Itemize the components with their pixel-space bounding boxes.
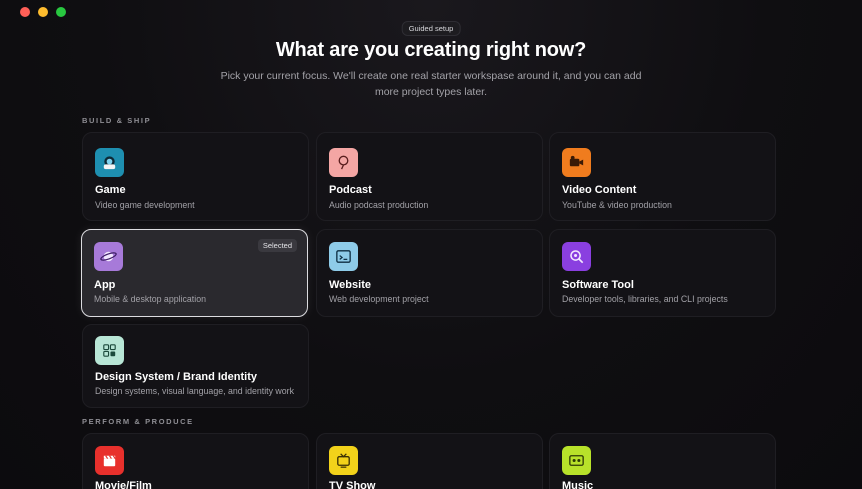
zoom-window-button[interactable] bbox=[56, 7, 66, 17]
cassette-icon bbox=[562, 446, 591, 475]
card-title: Podcast bbox=[329, 184, 372, 196]
card-music[interactable]: Music bbox=[549, 433, 776, 489]
card-movie-film[interactable]: Movie/Film bbox=[82, 433, 309, 489]
card-description: YouTube & video production bbox=[562, 200, 672, 210]
microphone-icon bbox=[329, 148, 358, 177]
card-title: Website bbox=[329, 279, 371, 291]
card-description: Audio podcast production bbox=[329, 200, 429, 210]
card-description: Video game development bbox=[95, 200, 195, 210]
card-description: Design systems, visual language, and ide… bbox=[95, 386, 295, 396]
terminal-window-icon bbox=[329, 242, 358, 271]
minimize-window-button[interactable] bbox=[38, 7, 48, 17]
window-controls bbox=[20, 7, 66, 17]
card-description: Developer tools, libraries, and CLI proj… bbox=[562, 294, 728, 304]
card-game[interactable]: Game Video game development bbox=[82, 132, 309, 221]
section-label-build-ship: BUILD & SHIP bbox=[82, 116, 152, 125]
card-software-tool[interactable]: Software Tool Developer tools, libraries… bbox=[549, 229, 776, 317]
page-subtitle: Pick your current focus. We'll create on… bbox=[220, 70, 642, 98]
card-description: Web development project bbox=[329, 294, 429, 304]
magnifier-code-icon bbox=[562, 242, 591, 271]
card-design-system[interactable]: Design System / Brand Identity Design sy… bbox=[82, 324, 309, 408]
section-label-perform-produce: PERFORM & PRODUCE bbox=[82, 417, 194, 426]
setup-window: Guided setup What are you creating right… bbox=[0, 0, 862, 489]
tv-icon bbox=[329, 446, 358, 475]
card-title: TV Show bbox=[329, 480, 376, 489]
close-window-button[interactable] bbox=[20, 7, 30, 17]
card-title: Video Content bbox=[562, 184, 637, 196]
card-title: Music bbox=[562, 480, 594, 489]
guided-setup-badge: Guided setup bbox=[401, 21, 461, 36]
page-title: What are you creating right now? bbox=[275, 39, 587, 61]
card-title: Software Tool bbox=[562, 279, 634, 291]
game-controller-icon bbox=[95, 148, 124, 177]
planet-icon bbox=[94, 242, 123, 271]
card-title: Game bbox=[95, 184, 126, 196]
card-podcast[interactable]: Podcast Audio podcast production bbox=[316, 132, 543, 221]
card-title: App bbox=[94, 279, 116, 291]
card-tv-show[interactable]: TV Show bbox=[316, 433, 543, 489]
video-camera-icon bbox=[562, 148, 591, 177]
card-title: Movie/Film bbox=[95, 480, 152, 489]
card-title: Design System / Brand Identity bbox=[95, 371, 257, 383]
card-website[interactable]: Website Web development project bbox=[316, 229, 543, 317]
card-video-content[interactable]: Video Content YouTube & video production bbox=[549, 132, 776, 221]
clapperboard-icon bbox=[95, 446, 124, 475]
selected-badge: Selected bbox=[257, 239, 297, 252]
swatch-grid-icon bbox=[95, 336, 124, 365]
card-description: Mobile & desktop application bbox=[94, 294, 206, 304]
card-app[interactable]: Selected App Mobile & desktop applicatio… bbox=[81, 229, 308, 317]
